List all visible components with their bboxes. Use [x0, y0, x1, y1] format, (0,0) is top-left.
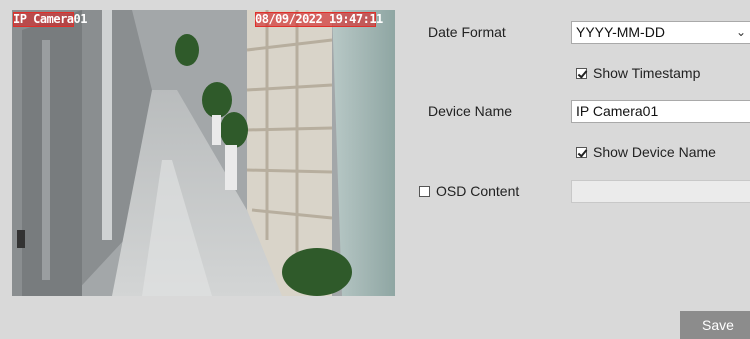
- osd-content-input[interactable]: [571, 180, 750, 203]
- osd-device-name: IP Camera01: [13, 12, 87, 27]
- osd-content-label: OSD Content: [436, 183, 520, 199]
- show-device-name-checkbox[interactable]: [576, 147, 587, 158]
- device-name-input[interactable]: IP Camera01: [571, 100, 750, 123]
- device-name-value: IP Camera01: [576, 103, 659, 119]
- show-timestamp-checkbox[interactable]: [576, 68, 587, 79]
- date-format-label: Date Format: [428, 24, 506, 40]
- device-name-label: Device Name: [428, 103, 513, 119]
- osd-content-row[interactable]: OSD Content: [419, 182, 519, 200]
- camera-preview: IP Camera01 08/09/2022 19:47:11: [12, 10, 395, 296]
- show-device-name-label: Show Device Name: [593, 144, 716, 160]
- save-button[interactable]: Save: [680, 311, 750, 339]
- osd-timestamp: 08/09/2022 19:47:11: [255, 12, 383, 27]
- date-format-value: YYYY-MM-DD: [576, 24, 665, 40]
- show-timestamp-label: Show Timestamp: [593, 65, 701, 81]
- show-device-name-row[interactable]: Show Device Name: [576, 143, 716, 161]
- date-format-select[interactable]: YYYY-MM-DD ⌄: [571, 21, 750, 44]
- show-timestamp-row[interactable]: Show Timestamp: [576, 64, 700, 82]
- chevron-down-icon: ⌄: [735, 25, 746, 39]
- osd-content-checkbox[interactable]: [419, 186, 430, 197]
- corridor-scene-image: [12, 10, 395, 296]
